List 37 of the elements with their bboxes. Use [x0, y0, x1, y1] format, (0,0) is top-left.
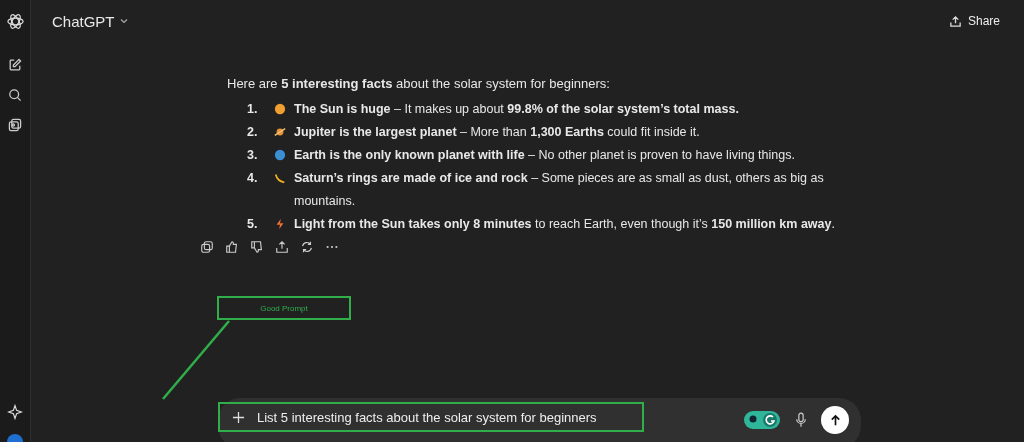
list-number: 3.: [247, 147, 259, 164]
chevron-down-icon[interactable]: [118, 16, 129, 26]
planet-emoji-icon: [274, 126, 286, 138]
sparkle-icon[interactable]: [7, 404, 23, 420]
copy-icon[interactable]: [200, 240, 214, 254]
list-number: 4.: [247, 170, 259, 187]
prompt-field[interactable]: List 5 interesting facts about the solar system for beginners: [218, 402, 644, 432]
prompt-input[interactable]: List 5 interesting facts about the solar system for beginners: [257, 409, 642, 425]
fact-text: Jupiter is the largest planet – More than 1,300 Earths could fit inside it.: [294, 124, 701, 141]
comet-emoji-icon: [274, 172, 286, 184]
images-icon[interactable]: [7, 117, 23, 133]
list-number: 2.: [247, 124, 259, 141]
sun-emoji-icon: [274, 103, 286, 115]
share-icon[interactable]: [948, 14, 962, 28]
thumbs-down-icon[interactable]: [250, 240, 264, 254]
share-icon[interactable]: [275, 240, 289, 254]
grammarly-icon[interactable]: [743, 409, 781, 431]
fact-text: Earth is the only known planet with life – No other planet is proven to have living things.: [294, 147, 796, 164]
search-icon[interactable]: [7, 87, 23, 103]
thumbs-up-icon[interactable]: [225, 240, 239, 254]
send-button[interactable]: [821, 406, 849, 434]
list-number: 5.: [247, 216, 259, 233]
annotation-label: Good Prompt: [217, 296, 351, 320]
model-selector[interactable]: ChatGPT: [52, 12, 129, 30]
lightning-emoji-icon: [274, 218, 286, 230]
new-chat-icon[interactable]: [7, 57, 23, 73]
share-button[interactable]: Share: [942, 13, 1006, 29]
response-intro: Here are 5 interesting facts about the solar system for beginners:: [227, 76, 611, 91]
fact-text: Saturn’s rings are made of ice and rock – Some pieces are as small as dust, others as big as mountains.: [294, 170, 825, 210]
regenerate-icon[interactable]: [300, 240, 314, 254]
fact-text: The Sun is huge – It makes up about 99.8% of the solar system’s total mass.: [294, 101, 740, 118]
logo-icon[interactable]: [5, 12, 25, 31]
globe-emoji-icon: [274, 149, 286, 161]
plus-icon[interactable]: [232, 410, 245, 424]
microphone-icon[interactable]: [795, 412, 807, 428]
list-number: 1.: [247, 101, 259, 118]
fact-text: Light from the Sun takes only 8 minutes to reach Earth, even though it’s 150 million km away.: [294, 216, 836, 233]
